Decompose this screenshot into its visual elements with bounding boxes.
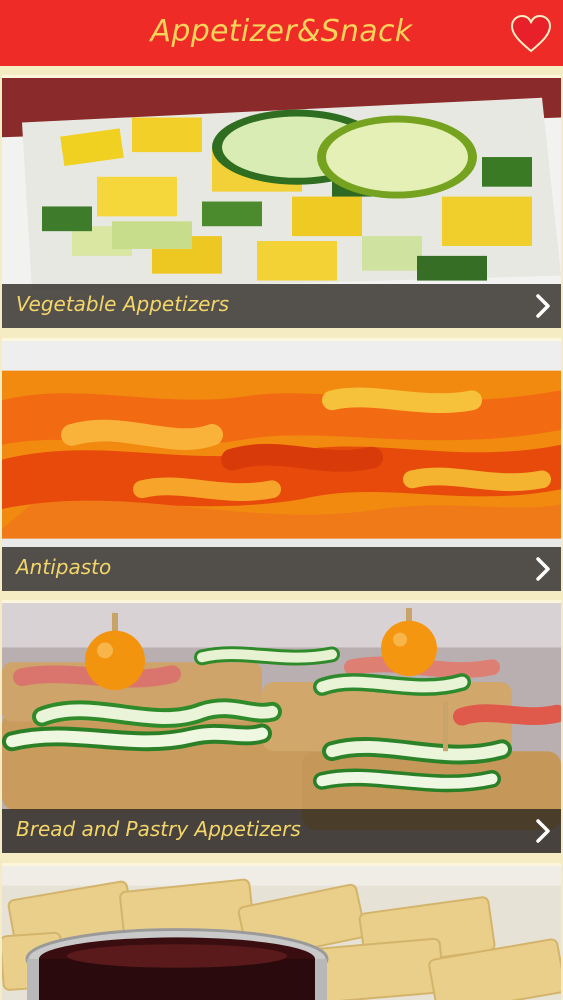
favorites-button[interactable] (509, 12, 553, 56)
category-caption: Bread and Pastry Appetizers (2, 809, 561, 853)
app-title: Appetizer&Snack (150, 14, 413, 49)
category-card-bread-and-pastry-appetizers[interactable]: Bread and Pastry Appetizers (2, 600, 561, 853)
crackers-dip-image (2, 866, 561, 1000)
chevron-right-icon (535, 818, 551, 844)
category-label: Bread and Pastry Appetizers (16, 817, 301, 841)
app-header: Appetizer&Snack (0, 0, 563, 70)
chevron-right-icon (535, 293, 551, 319)
category-card-crackers-dip[interactable] (2, 863, 561, 1000)
category-card-antipasto[interactable]: Antipasto (2, 338, 561, 591)
category-label: Antipasto (16, 555, 112, 579)
category-caption: Vegetable Appetizers (2, 284, 561, 328)
chevron-right-icon (535, 556, 551, 582)
category-card-vegetable-appetizers[interactable]: Vegetable Appetizers (2, 75, 561, 328)
heart-icon (510, 14, 552, 53)
category-label: Vegetable Appetizers (16, 292, 230, 316)
category-caption: Antipasto (2, 547, 561, 591)
